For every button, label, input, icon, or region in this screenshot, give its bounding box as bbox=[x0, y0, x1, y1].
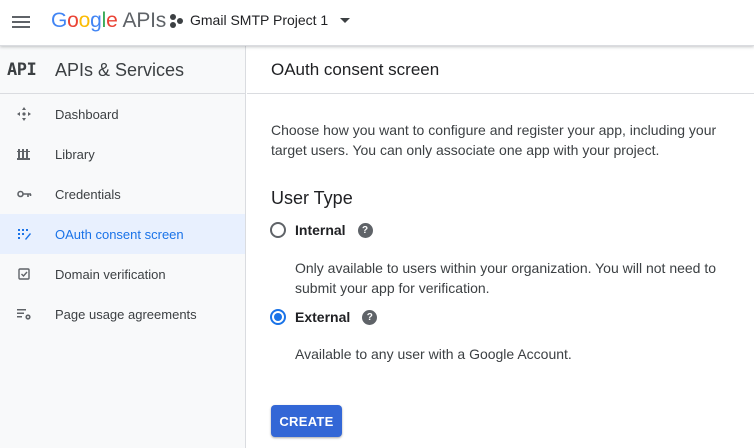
main-content: OAuth consent screen Choose how you want… bbox=[247, 46, 754, 448]
project-name: Gmail SMTP Project 1 bbox=[190, 12, 329, 28]
sidebar-item-credentials[interactable]: Credentials bbox=[0, 174, 245, 214]
external-label[interactable]: External bbox=[295, 309, 350, 325]
create-button[interactable]: CREATE bbox=[271, 405, 342, 437]
consent-icon bbox=[18, 229, 31, 240]
sidebar-item-library[interactable]: Library bbox=[0, 134, 245, 174]
menu-icon[interactable] bbox=[12, 13, 32, 31]
checkbox-icon bbox=[18, 268, 30, 280]
project-icon bbox=[170, 12, 184, 28]
chevron-down-icon bbox=[340, 17, 351, 23]
sidebar-title: APIs & Services bbox=[55, 60, 185, 80]
google-apis-logo[interactable]: Google APIs bbox=[51, 9, 166, 33]
help-icon[interactable]: ? bbox=[357, 222, 373, 238]
library-icon bbox=[17, 149, 30, 160]
sidebar: API APIs & Services Dashboard Library Cr… bbox=[0, 46, 246, 448]
help-icon[interactable]: ? bbox=[362, 309, 378, 325]
external-radio[interactable] bbox=[270, 309, 286, 325]
internal-label[interactable]: Internal bbox=[295, 222, 346, 238]
page-description: Choose how you want to configure and reg… bbox=[271, 122, 717, 158]
page-header: OAuth consent screen bbox=[247, 46, 754, 94]
sidebar-item-oauth-consent-screen[interactable]: OAuth consent screen bbox=[0, 214, 245, 254]
external-description: Available to any user with a Google Acco… bbox=[295, 346, 572, 362]
internal-radio[interactable] bbox=[270, 222, 286, 238]
api-logo-icon: API bbox=[7, 60, 37, 80]
sidebar-item-domain-verification[interactable]: Domain verification bbox=[0, 254, 245, 294]
internal-option[interactable]: Internal ? bbox=[270, 222, 373, 238]
sidebar-header: API APIs & Services bbox=[0, 46, 245, 94]
key-icon bbox=[17, 190, 32, 198]
page-title: OAuth consent screen bbox=[271, 60, 440, 79]
internal-description: Only available to users within your orga… bbox=[295, 260, 717, 296]
sidebar-item-dashboard[interactable]: Dashboard bbox=[0, 94, 245, 134]
sidebar-item-page-usage-agreements[interactable]: Page usage agreements bbox=[0, 294, 245, 334]
dashboard-icon bbox=[17, 107, 31, 121]
top-app-bar: Google APIs Gmail SMTP Project 1 bbox=[0, 0, 754, 46]
external-option[interactable]: External ? bbox=[270, 309, 378, 325]
project-selector[interactable]: Gmail SMTP Project 1 bbox=[170, 12, 351, 28]
user-type-heading: User Type bbox=[271, 188, 353, 208]
settings-list-icon bbox=[17, 309, 31, 320]
